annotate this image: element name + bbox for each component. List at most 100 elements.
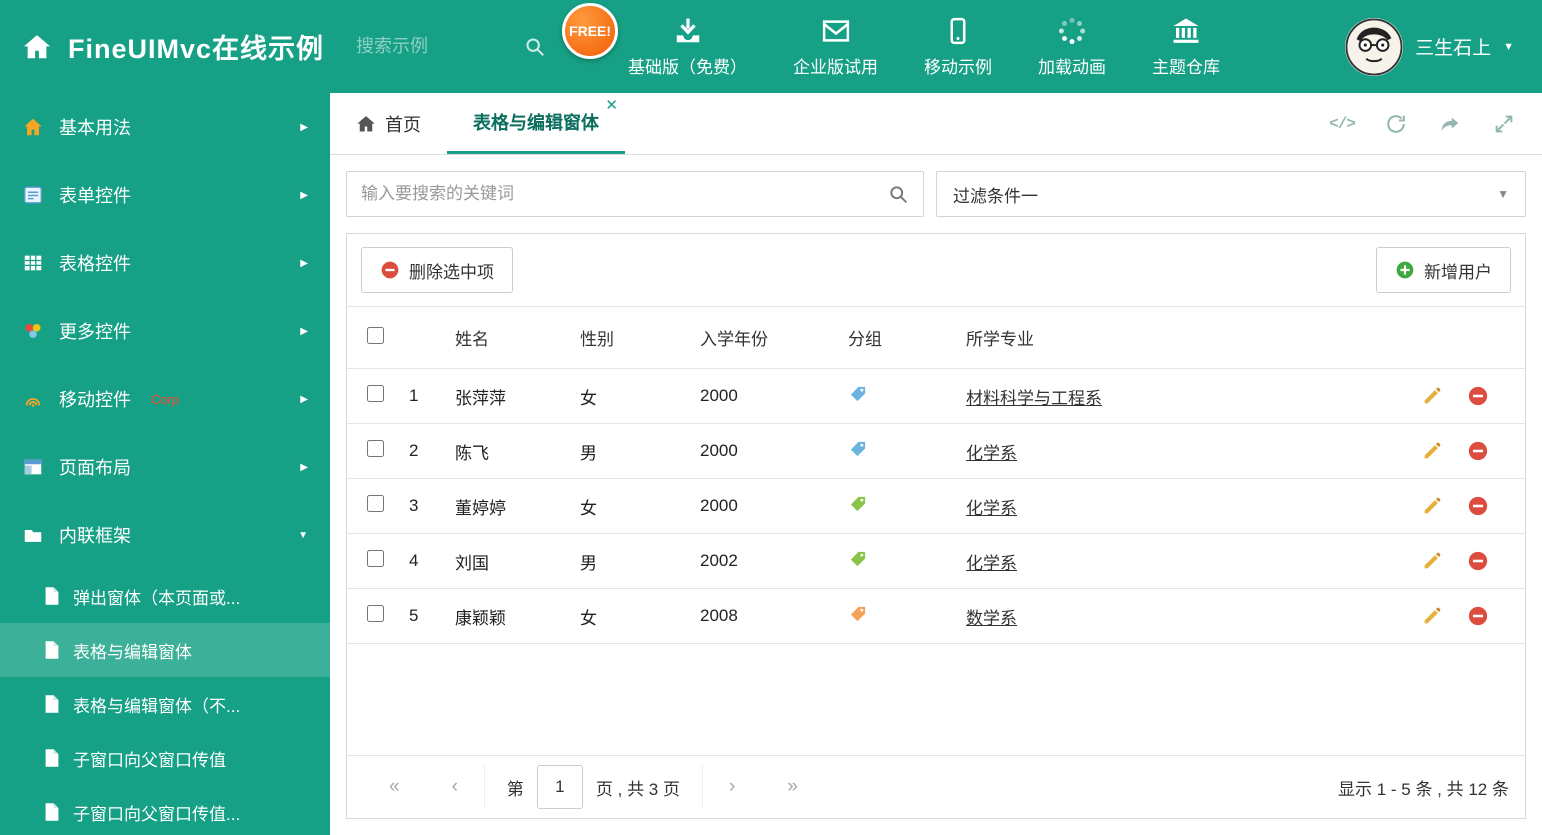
next-page-button[interactable]: › xyxy=(703,776,761,798)
row-actions xyxy=(1399,385,1519,407)
row-checkbox[interactable] xyxy=(366,495,384,512)
delete-selected-button[interactable]: 删除选中项 xyxy=(361,247,513,293)
prev-page-button[interactable]: ‹ xyxy=(426,776,484,798)
delete-selected-label: 删除选中项 xyxy=(409,262,494,282)
delete-icon[interactable] xyxy=(1467,440,1489,462)
avatar[interactable] xyxy=(1345,17,1404,76)
expand-icon[interactable] xyxy=(1492,113,1516,135)
sidebar-item[interactable]: 移动控件 Corp ▶ xyxy=(0,365,330,433)
keyword-search-input[interactable] xyxy=(361,184,888,204)
row-name: 陈飞 xyxy=(449,423,574,479)
header-nav-item[interactable]: 移动示例 xyxy=(924,16,992,78)
tag-icon[interactable] xyxy=(848,494,868,514)
major-link[interactable]: 化学系 xyxy=(966,444,1017,463)
chevron-right-icon: ▶ xyxy=(300,461,308,473)
filter-dropdown[interactable]: 过滤条件一 ▼ xyxy=(936,171,1526,217)
table-row: 1 张萍萍 女 2000 材料科学与工程系 xyxy=(347,368,1525,424)
row-actions xyxy=(1399,605,1519,627)
delete-icon[interactable] xyxy=(1467,385,1489,407)
page-number-input[interactable] xyxy=(536,765,583,809)
major-link[interactable]: 数学系 xyxy=(966,609,1017,628)
row-year: 2000 xyxy=(694,478,842,534)
add-user-button[interactable]: 新增用户 xyxy=(1376,247,1511,293)
tab-label: 表格与编辑窗体 xyxy=(473,113,599,133)
user-menu[interactable]: 三生石上 ▼ xyxy=(1345,17,1542,76)
file-icon xyxy=(44,748,60,768)
sidebar-item[interactable]: 表单控件 ▶ xyxy=(0,161,330,229)
delete-icon[interactable] xyxy=(1467,495,1489,517)
code-icon[interactable]: </> xyxy=(1329,113,1356,135)
tag-icon[interactable] xyxy=(848,604,868,624)
sidebar-item[interactable]: 内联框架 ▼ xyxy=(0,501,330,569)
share-icon[interactable] xyxy=(1438,113,1462,135)
header-nav-item[interactable]: 加载动画 xyxy=(1038,16,1106,78)
delete-icon[interactable] xyxy=(1467,605,1489,627)
frame-icon xyxy=(22,524,44,546)
major-link[interactable]: 化学系 xyxy=(966,554,1017,573)
header-nav-item[interactable]: 企业版试用 xyxy=(793,16,878,78)
row-checkbox[interactable] xyxy=(366,440,384,457)
side-label: 表格控件 xyxy=(59,254,131,274)
nav-label: 基础版（免费） xyxy=(628,57,748,77)
tag-icon[interactable] xyxy=(848,439,868,459)
row-name: 张萍萍 xyxy=(449,368,574,424)
row-checkbox[interactable] xyxy=(366,605,384,622)
row-year: 2002 xyxy=(694,533,842,589)
row-index: 3 xyxy=(403,478,449,534)
row-checkbox[interactable] xyxy=(366,385,384,402)
tag-icon[interactable] xyxy=(848,549,868,569)
delete-icon[interactable] xyxy=(1467,550,1489,572)
edit-icon[interactable] xyxy=(1421,495,1443,517)
layout-icon xyxy=(22,456,44,478)
header-search-input[interactable] xyxy=(356,36,525,57)
tab-label: 首页 xyxy=(385,114,421,135)
sidebar-subitem[interactable]: 表格与编辑窗体 xyxy=(0,623,330,677)
file-icon xyxy=(44,802,60,822)
header-nav-item[interactable]: 主题仓库 xyxy=(1152,16,1220,78)
search-icon[interactable] xyxy=(524,36,546,58)
add-user-label: 新增用户 xyxy=(1424,262,1492,282)
sidebar-subitem[interactable]: 弹出窗体（本页面或... xyxy=(0,569,330,623)
sidebar-item[interactable]: 基本用法 ▶ xyxy=(0,93,330,161)
col-actions xyxy=(1393,306,1525,369)
sidebar-item[interactable]: 页面布局 ▶ xyxy=(0,433,330,501)
side-label: 基本用法 xyxy=(59,118,131,138)
col-group: 分组 xyxy=(842,306,960,369)
row-name: 刘国 xyxy=(449,533,574,589)
search-icon[interactable] xyxy=(888,184,909,205)
edit-icon[interactable] xyxy=(1421,440,1443,462)
sidebar-item[interactable]: 更多控件 ▶ xyxy=(0,297,330,365)
file-icon xyxy=(44,640,60,660)
sidebar-subitem[interactable]: 子窗口向父窗口传值... xyxy=(0,785,330,835)
edit-icon[interactable] xyxy=(1421,605,1443,627)
tab-grid-edit-window[interactable]: 表格与编辑窗体 ✕ xyxy=(447,93,625,154)
sidebar-item[interactable]: 表格控件 ▶ xyxy=(0,229,330,297)
refresh-icon[interactable] xyxy=(1384,113,1408,135)
first-page-button[interactable]: « xyxy=(363,776,426,798)
edit-icon[interactable] xyxy=(1421,385,1443,407)
row-actions xyxy=(1399,495,1519,517)
file-icon xyxy=(44,586,60,606)
row-actions xyxy=(1399,440,1519,462)
col-gender: 性别 xyxy=(574,306,694,369)
grid-panel: 删除选中项 新增用户 姓名 性别 入学年份 分组 所学专业 1 张萍萍 女 20… xyxy=(346,233,1526,819)
tab-home[interactable]: 首页 xyxy=(330,93,447,154)
select-all-checkbox[interactable] xyxy=(366,326,384,344)
last-page-button[interactable]: » xyxy=(761,776,824,798)
header-nav-item[interactable]: 基础版（免费） FREE! xyxy=(562,2,748,78)
pagination: « ‹ 第 页 , 共 3 页 › » 显示 1 - 5 条 , 共 12 条 xyxy=(347,755,1525,818)
close-icon[interactable]: ✕ xyxy=(605,98,618,113)
major-link[interactable]: 化学系 xyxy=(966,499,1017,518)
sidebar-subitem[interactable]: 子窗口向父窗口传值 xyxy=(0,731,330,785)
side-label: 更多控件 xyxy=(59,322,131,342)
home-icon[interactable] xyxy=(22,32,52,62)
row-checkbox[interactable] xyxy=(366,550,384,567)
keyword-search xyxy=(346,171,924,217)
row-actions xyxy=(1399,550,1519,572)
tag-icon[interactable] xyxy=(848,384,868,404)
major-link[interactable]: 材料科学与工程系 xyxy=(966,389,1102,408)
sidebar-subitem[interactable]: 表格与编辑窗体（不... xyxy=(0,677,330,731)
col-year: 入学年份 xyxy=(694,306,842,369)
edit-icon[interactable] xyxy=(1421,550,1443,572)
tab-bar: 首页 表格与编辑窗体 ✕ </> xyxy=(330,93,1542,155)
